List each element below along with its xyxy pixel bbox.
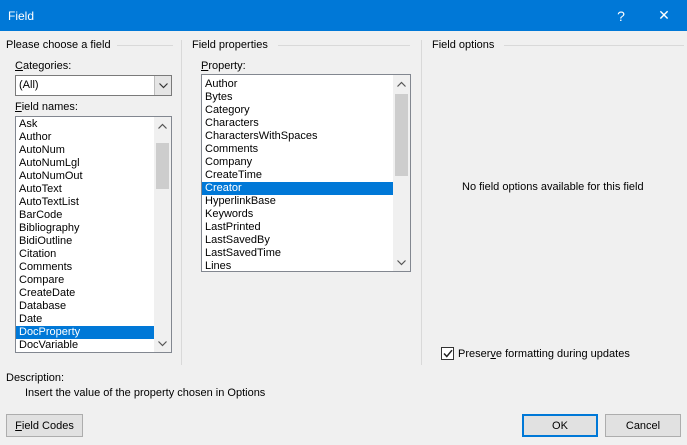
- list-item[interactable]: AutoNumLgl: [16, 157, 155, 170]
- list-item[interactable]: Author: [16, 131, 155, 144]
- chevron-down-icon: [158, 82, 168, 88]
- scroll-up-button[interactable]: [393, 75, 410, 92]
- preserve-formatting-checkbox[interactable]: [441, 347, 454, 360]
- no-options-message: No field options available for this fiel…: [462, 181, 644, 193]
- chevron-down-icon: [397, 259, 406, 265]
- window-title: Field: [8, 9, 35, 23]
- list-item[interactable]: Compare: [16, 274, 155, 287]
- list-item[interactable]: LastPrinted: [202, 221, 394, 234]
- list-item[interactable]: Category: [202, 104, 394, 117]
- description-label: Description:: [6, 372, 65, 384]
- heading-rule-right: [504, 45, 684, 46]
- choose-field-heading: Please choose a field: [6, 39, 111, 51]
- categories-label: Categories:: [15, 60, 72, 72]
- list-item-selected[interactable]: Creator: [202, 182, 394, 195]
- categories-value: (All): [19, 79, 39, 91]
- ok-button[interactable]: OK: [522, 414, 598, 437]
- title-bar: Field ? ✕: [0, 0, 687, 31]
- field-names-list[interactable]: Ask Author AutoNum AutoNumLgl AutoNumOut Auto…: [15, 116, 172, 353]
- help-icon: ?: [617, 7, 625, 24]
- property-list[interactable]: Author Bytes Category Characters CharactersW…: [201, 74, 411, 272]
- list-item[interactable]: HyperlinkBase: [202, 195, 394, 208]
- list-item[interactable]: Ask: [16, 118, 155, 131]
- close-button[interactable]: ✕: [641, 0, 687, 31]
- field-names-scrollbar[interactable]: [154, 117, 171, 352]
- list-item[interactable]: Bibliography: [16, 222, 155, 235]
- help-button[interactable]: ?: [598, 0, 644, 31]
- property-scrollbar[interactable]: [393, 75, 410, 271]
- list-item[interactable]: AutoText: [16, 183, 155, 196]
- list-item[interactable]: CharactersWithSpaces: [202, 130, 394, 143]
- list-item[interactable]: Company: [202, 156, 394, 169]
- property-label: Property:: [201, 60, 246, 72]
- list-item[interactable]: Database: [16, 300, 155, 313]
- list-item[interactable]: LastSavedBy: [202, 234, 394, 247]
- list-item[interactable]: Citation: [16, 248, 155, 261]
- list-item[interactable]: Comments: [16, 261, 155, 274]
- field-properties-heading: Field properties: [192, 39, 268, 51]
- panel-divider-right: [421, 40, 422, 365]
- categories-dropdown[interactable]: (All): [15, 75, 172, 96]
- scroll-thumb[interactable]: [156, 143, 169, 189]
- heading-rule-middle: [278, 45, 410, 46]
- chevron-up-icon: [397, 81, 406, 87]
- scroll-down-button[interactable]: [154, 335, 171, 352]
- list-item[interactable]: BarCode: [16, 209, 155, 222]
- close-icon: ✕: [658, 7, 670, 23]
- list-item[interactable]: AutoNumOut: [16, 170, 155, 183]
- field-names-label: Field names:: [15, 101, 78, 113]
- scroll-thumb[interactable]: [395, 94, 408, 176]
- list-item[interactable]: DocVariable: [16, 339, 155, 352]
- panel-divider-left: [181, 40, 182, 365]
- list-item[interactable]: AutoNum: [16, 144, 155, 157]
- list-item[interactable]: Author: [202, 78, 394, 91]
- list-item[interactable]: Comments: [202, 143, 394, 156]
- chevron-up-icon: [158, 123, 167, 129]
- list-item[interactable]: BidiOutline: [16, 235, 155, 248]
- preserve-formatting-label[interactable]: Preserve formatting during updates: [458, 348, 630, 360]
- list-item[interactable]: Characters: [202, 117, 394, 130]
- description-text: Insert the value of the property chosen …: [25, 387, 266, 399]
- list-item[interactable]: CreateTime: [202, 169, 394, 182]
- field-options-heading: Field options: [432, 39, 495, 51]
- list-item[interactable]: Date: [16, 313, 155, 326]
- list-item[interactable]: Bytes: [202, 91, 394, 104]
- list-item-selected[interactable]: DocProperty: [16, 326, 155, 339]
- field-codes-button[interactable]: Field Codes: [6, 414, 83, 437]
- list-item[interactable]: AutoTextList: [16, 196, 155, 209]
- heading-rule-left: [117, 45, 173, 46]
- chevron-down-icon: [158, 340, 167, 346]
- list-item[interactable]: CreateDate: [16, 287, 155, 300]
- scroll-up-button[interactable]: [154, 117, 171, 134]
- list-item[interactable]: Lines: [202, 260, 394, 271]
- list-item[interactable]: Keywords: [202, 208, 394, 221]
- checkmark-icon: [442, 349, 453, 358]
- cancel-button[interactable]: Cancel: [605, 414, 681, 437]
- list-item[interactable]: LastSavedTime: [202, 247, 394, 260]
- scroll-down-button[interactable]: [393, 254, 410, 271]
- categories-dropdown-button[interactable]: [154, 76, 171, 95]
